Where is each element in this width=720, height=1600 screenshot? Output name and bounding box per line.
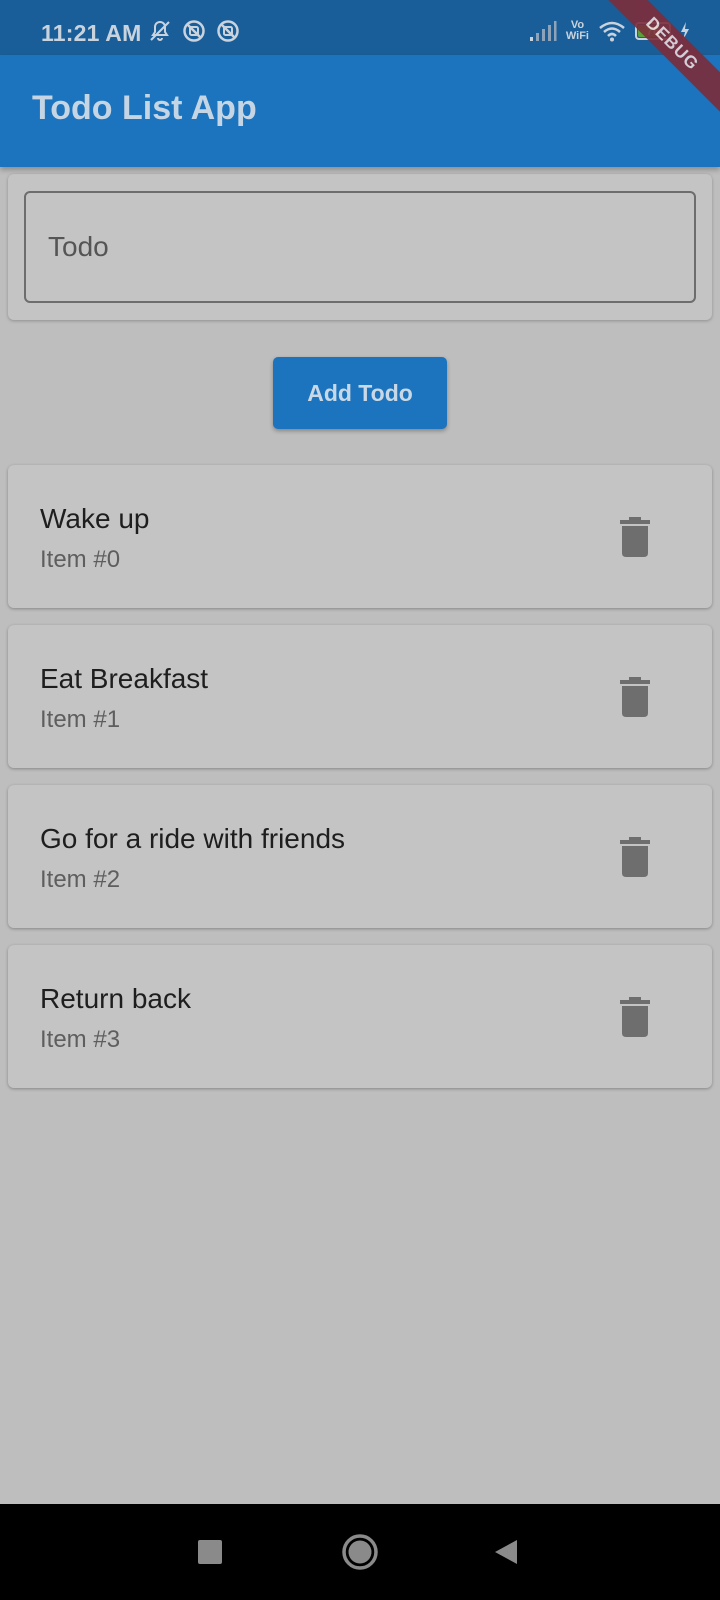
recents-icon	[198, 1540, 222, 1564]
delete-button[interactable]	[620, 837, 656, 877]
todo-subtitle: Item #2	[40, 866, 121, 893]
trash-icon	[620, 997, 650, 1037]
todo-title: Wake up	[40, 503, 150, 534]
todo-subtitle: Item #3	[40, 1026, 121, 1053]
todo-subtitle: Item #1	[40, 706, 121, 733]
trash-icon	[620, 677, 650, 717]
app-title: Todo List App	[32, 89, 257, 127]
vowifi-indicator: Vo WiFi	[566, 20, 589, 42]
trash-icon	[620, 837, 650, 877]
delete-button[interactable]	[620, 517, 656, 557]
delete-button[interactable]	[620, 677, 656, 717]
home-icon	[342, 1534, 378, 1570]
todo-item[interactable]: Go for a ride with friends Item #2	[8, 785, 712, 928]
bell-off-icon	[150, 20, 170, 41]
navigation-bar	[0, 1504, 720, 1600]
trash-icon	[620, 517, 650, 557]
status-bar: 11:21 AM Vo WiFi	[0, 0, 720, 55]
todo-subtitle: Item #0	[40, 546, 121, 573]
todo-title: Return back	[40, 983, 191, 1014]
todo-input[interactable]	[24, 191, 696, 303]
todo-item[interactable]: Eat Breakfast Item #1	[8, 625, 712, 768]
back-button[interactable]	[466, 1504, 546, 1600]
recents-button[interactable]	[170, 1504, 250, 1600]
todo-title: Go for a ride with friends	[40, 823, 346, 854]
app-bar: Todo List App	[0, 55, 720, 167]
back-icon	[495, 1540, 517, 1564]
no-sim-icon	[217, 20, 239, 42]
status-left-icons	[148, 19, 240, 43]
todo-item[interactable]: Wake up Item #0	[8, 465, 712, 608]
add-todo-button[interactable]: Add Todo	[273, 357, 447, 429]
home-button[interactable]	[320, 1504, 400, 1600]
wifi-icon	[599, 21, 625, 42]
status-time: 11:21 AM	[41, 20, 142, 46]
todo-title: Eat Breakfast	[40, 663, 209, 694]
delete-button[interactable]	[620, 997, 656, 1037]
todo-item[interactable]: Return back Item #3	[8, 945, 712, 1088]
no-sim-icon	[183, 20, 205, 42]
vowifi-line2: WiFi	[565, 30, 589, 42]
todo-list: Wake up Item #0 Eat Breakfast Item #1 Go…	[8, 465, 712, 1105]
signal-icon	[529, 21, 557, 41]
todo-input-card	[8, 174, 712, 320]
